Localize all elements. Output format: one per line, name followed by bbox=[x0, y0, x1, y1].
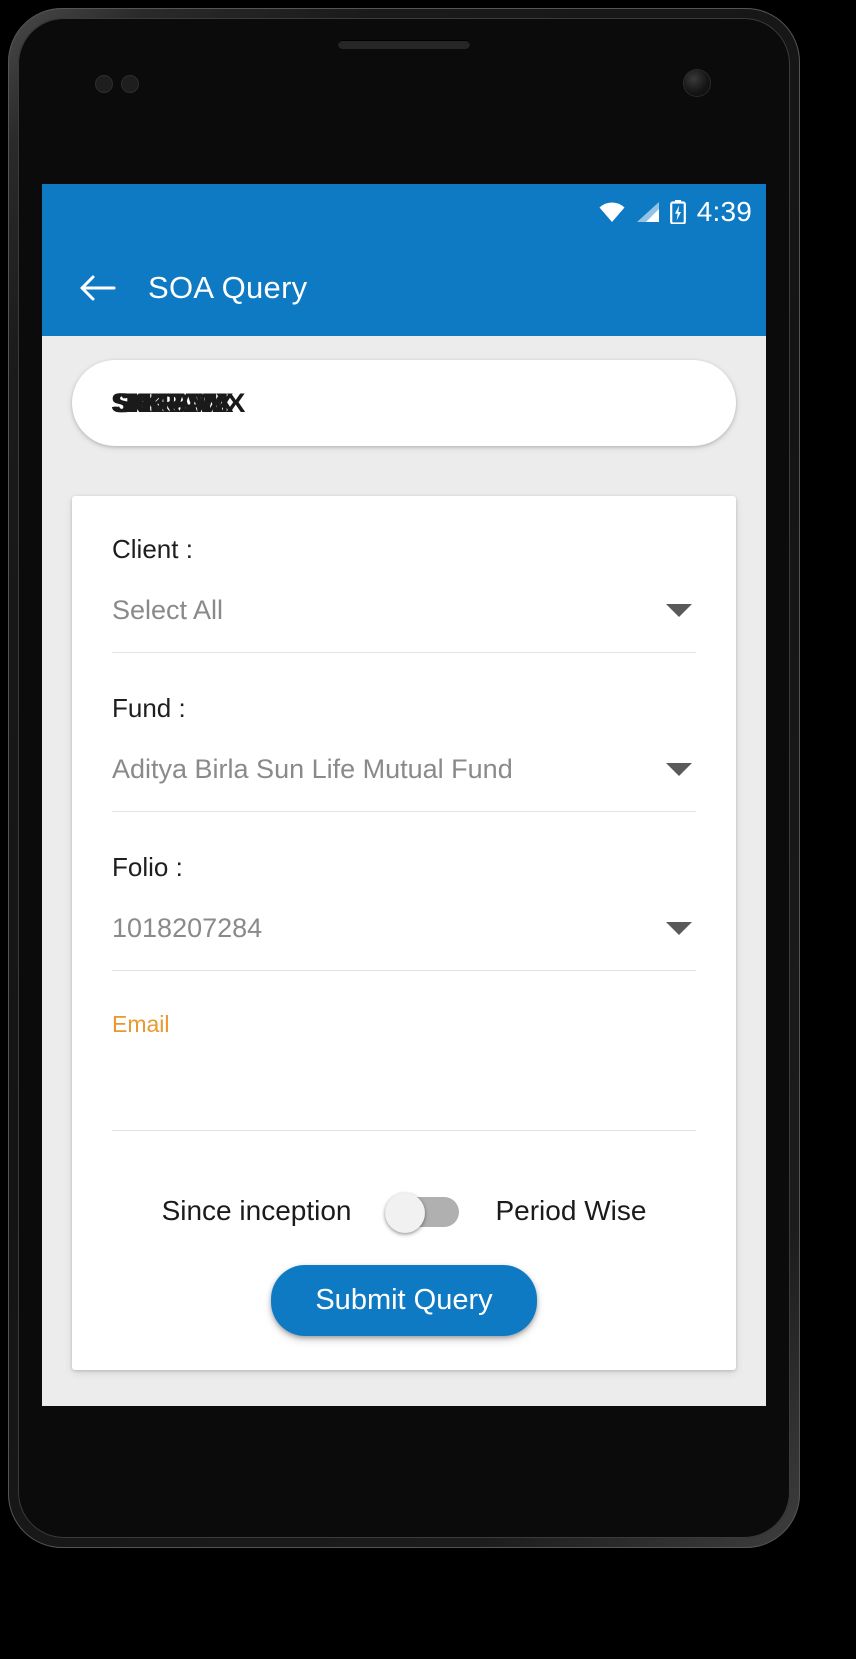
device-inner-bezel: 4:39 SOA Query SKKRAMX SKKRAMX SKKRAMX C… bbox=[18, 18, 790, 1538]
fund-dropdown[interactable]: Aditya Birla Sun Life Mutual Fund bbox=[112, 754, 696, 811]
wifi-icon bbox=[598, 201, 626, 223]
status-bar: 4:39 bbox=[42, 184, 766, 240]
submit-button-wrapper: Submit Query bbox=[112, 1265, 696, 1336]
folio-selected-value: 1018207284 bbox=[112, 913, 263, 943]
field-group-client: Client : Select All bbox=[112, 534, 696, 693]
fund-label: Fund : bbox=[112, 693, 186, 723]
field-divider bbox=[112, 811, 696, 812]
page-title: SOA Query bbox=[148, 270, 308, 305]
folio-dropdown[interactable]: 1018207284 bbox=[112, 913, 696, 970]
field-divider bbox=[112, 652, 696, 653]
chevron-down-icon bbox=[666, 763, 692, 776]
email-label: Email bbox=[112, 1011, 170, 1037]
front-camera bbox=[684, 70, 710, 96]
period-toggle-row: Since inception Period Wise bbox=[112, 1193, 696, 1233]
battery-charging-icon bbox=[669, 200, 686, 224]
chevron-down-icon bbox=[666, 922, 692, 935]
client-label: Client : bbox=[112, 534, 193, 564]
period-wise-toggle[interactable] bbox=[385, 1193, 461, 1233]
device-frame: 4:39 SOA Query SKKRAMX SKKRAMX SKKRAMX C… bbox=[8, 8, 800, 1548]
light-sensor bbox=[122, 76, 138, 92]
phone-screen: 4:39 SOA Query SKKRAMX SKKRAMX SKKRAMX C… bbox=[42, 184, 766, 1406]
client-name-field[interactable]: SKKRAMX bbox=[72, 360, 736, 446]
submit-query-button[interactable]: Submit Query bbox=[271, 1265, 537, 1336]
since-inception-label: Since inception bbox=[161, 1195, 352, 1226]
field-divider bbox=[112, 1130, 696, 1131]
field-group-email: Email bbox=[112, 1011, 696, 1171]
field-group-folio: Folio : 1018207284 bbox=[112, 852, 696, 1011]
earpiece-speaker bbox=[338, 40, 470, 49]
email-input[interactable] bbox=[112, 1064, 696, 1130]
client-dropdown[interactable]: Select All bbox=[112, 595, 696, 652]
cellular-signal-icon bbox=[635, 201, 661, 223]
folio-label: Folio : bbox=[112, 852, 183, 882]
period-wise-label: Period Wise bbox=[495, 1195, 647, 1226]
fund-selected-value: Aditya Birla Sun Life Mutual Fund bbox=[112, 754, 513, 784]
app-bar: SOA Query bbox=[42, 240, 766, 336]
chevron-down-icon bbox=[666, 604, 692, 617]
back-arrow-icon[interactable] bbox=[78, 273, 116, 303]
query-form-card: Client : Select All Fund : Aditya Birla … bbox=[72, 496, 736, 1370]
client-selected-value: Select All bbox=[112, 595, 224, 625]
client-name-value: SKKRAMX bbox=[112, 388, 234, 419]
toggle-knob bbox=[385, 1193, 426, 1233]
field-divider bbox=[112, 970, 696, 971]
field-group-fund: Fund : Aditya Birla Sun Life Mutual Fund bbox=[112, 693, 696, 852]
proximity-sensor bbox=[96, 76, 112, 92]
status-bar-clock: 4:39 bbox=[696, 196, 752, 227]
content-area: SKKRAMX Client : Select All bbox=[42, 336, 766, 1406]
